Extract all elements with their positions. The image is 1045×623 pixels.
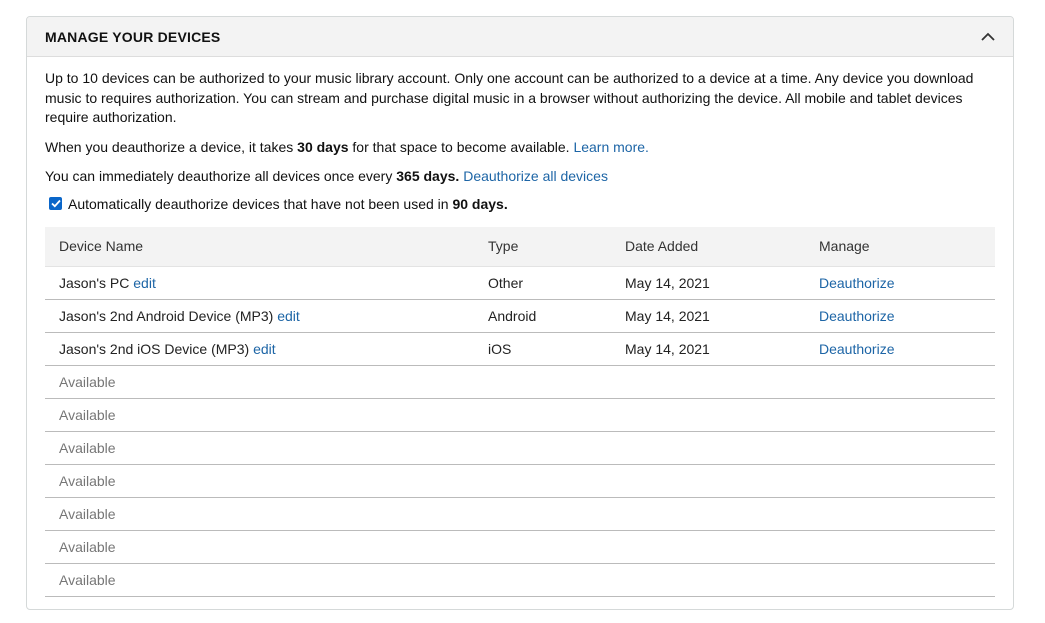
device-date-added: May 14, 2021 (611, 299, 805, 333)
table-row: Available (45, 398, 995, 432)
learn-more-link[interactable]: Learn more. (573, 139, 648, 155)
table-row: Available (45, 563, 995, 597)
panel-body: Up to 10 devices can be authorized to yo… (27, 57, 1013, 597)
device-name: Jason's 2nd iOS Device (MP3) (59, 341, 250, 357)
manage-cell: Deauthorize (805, 266, 995, 300)
table-header-row: Device Name Type Date Added Manage (45, 226, 995, 267)
available-slot: Available (45, 464, 474, 498)
auto-deauth-checkbox[interactable] (49, 197, 62, 210)
deauthorize-link[interactable]: Deauthorize (819, 275, 895, 291)
checkmark-icon (50, 199, 61, 208)
device-date-added: May 14, 2021 (611, 332, 805, 366)
table-row: Available (45, 530, 995, 564)
available-slot: Available (45, 398, 474, 432)
deauthorize-link[interactable]: Deauthorize (819, 308, 895, 324)
chevron-up-icon[interactable] (979, 28, 997, 46)
device-type: Other (474, 266, 611, 300)
edit-device-link[interactable]: edit (253, 341, 276, 357)
device-name: Jason's PC (59, 275, 130, 291)
deauth-all-days: 365 days. (396, 168, 460, 184)
manage-devices-panel: MANAGE YOUR DEVICES Up to 10 devices can… (26, 16, 1014, 610)
edit-device-link[interactable]: edit (133, 275, 156, 291)
available-slot: Available (45, 365, 474, 399)
edit-device-link[interactable]: edit (277, 308, 300, 324)
manage-cell: Deauthorize (805, 299, 995, 333)
table-row: Available (45, 431, 995, 465)
table-row: Available (45, 365, 995, 399)
auto-deauth-row: Automatically deauthorize devices that h… (45, 195, 995, 213)
column-header-device-name: Device Name (45, 226, 474, 267)
deauthorize-link[interactable]: Deauthorize (819, 341, 895, 357)
column-header-type: Type (474, 226, 611, 267)
table-row: Jason's 2nd iOS Device (MP3) edit iOS Ma… (45, 332, 995, 366)
device-type: iOS (474, 332, 611, 366)
intro-paragraph: Up to 10 devices can be authorized to yo… (45, 70, 974, 125)
deauth-wait-paragraph: When you deauthorize a device, it takes … (45, 138, 995, 158)
available-slot: Available (45, 431, 474, 465)
deauthorize-all-link[interactable]: Deauthorize all devices (463, 168, 608, 184)
deauth-all-text-pre: You can immediately deauthorize all devi… (45, 168, 397, 184)
deauth-wait-text-pre: When you deauthorize a device, it takes (45, 138, 298, 155)
available-slot: Available (45, 497, 474, 531)
device-name: Jason's 2nd Android Device (MP3) (59, 308, 274, 324)
device-name-cell: Jason's PC edit (45, 266, 474, 300)
column-header-date-added: Date Added (611, 226, 805, 267)
device-date-added: May 14, 2021 (611, 266, 805, 300)
auto-deauth-days: 90 days. (452, 195, 508, 212)
available-slot: Available (45, 530, 474, 564)
table-row: Available (45, 497, 995, 531)
device-type: Android (474, 299, 611, 333)
auto-deauth-label: Automatically deauthorize devices that h… (68, 196, 508, 212)
column-header-manage: Manage (805, 226, 995, 267)
devices-table: Device Name Type Date Added Manage Jason… (45, 226, 995, 597)
device-name-cell: Jason's 2nd iOS Device (MP3) edit (45, 332, 474, 366)
auto-deauth-label-pre: Automatically deauthorize devices that h… (68, 195, 453, 212)
table-row: Available (45, 464, 995, 498)
deauth-wait-days: 30 days (297, 138, 349, 155)
deauth-all-paragraph: You can immediately deauthorize all devi… (45, 167, 995, 187)
available-slot: Available (45, 563, 474, 597)
manage-cell: Deauthorize (805, 332, 995, 366)
panel-title: MANAGE YOUR DEVICES (45, 28, 221, 45)
deauth-wait-text-post: for that space to become available. (348, 138, 574, 155)
table-row: Jason's PC edit Other May 14, 2021 Deaut… (45, 266, 995, 300)
panel-header[interactable]: MANAGE YOUR DEVICES (27, 17, 1013, 57)
table-row: Jason's 2nd Android Device (MP3) edit An… (45, 299, 995, 333)
device-name-cell: Jason's 2nd Android Device (MP3) edit (45, 299, 474, 333)
